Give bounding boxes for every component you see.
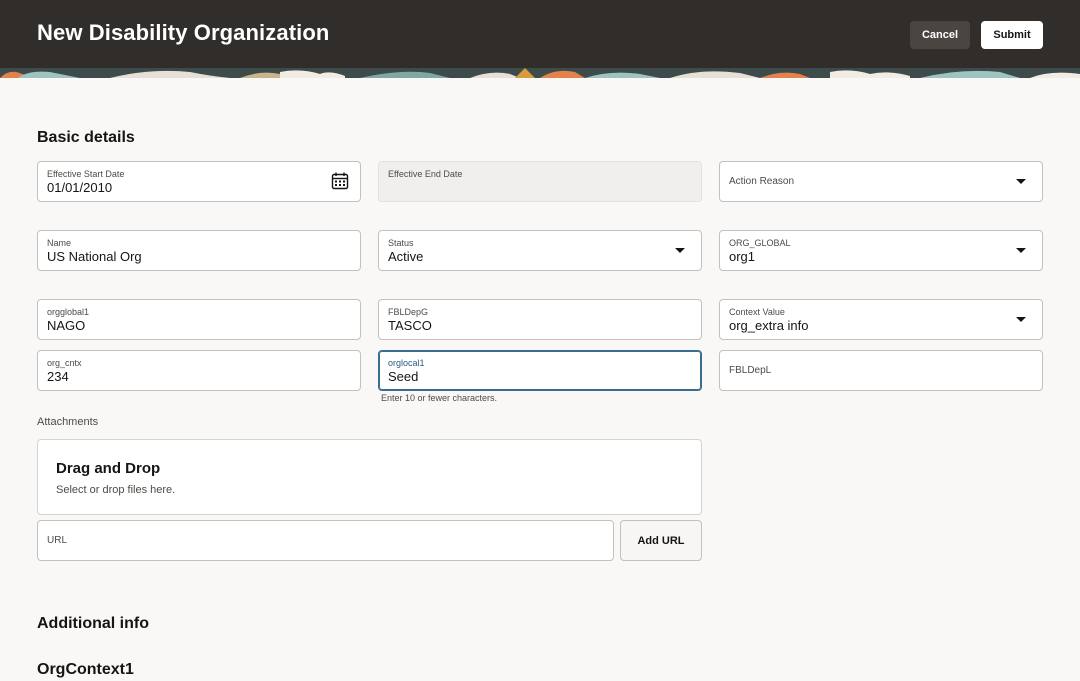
effective-end-date-label: Effective End Date	[388, 169, 463, 179]
orglocal1-label: orglocal1	[388, 358, 425, 368]
effective-start-date-label: Effective Start Date	[47, 169, 125, 179]
effective-start-date-value: 01/01/2010	[47, 180, 113, 195]
action-reason-label: Action Reason	[729, 176, 795, 187]
status-value: Active	[388, 249, 424, 264]
context-value-value: org_extra info	[729, 318, 809, 333]
fbldepg-label: FBLDepG	[388, 307, 429, 317]
orglocal1-field[interactable]: orglocal1 Seed	[378, 350, 702, 391]
orglocal1-value: Seed	[388, 369, 419, 384]
orgglobal1-field[interactable]: orgglobal1 NAGO	[37, 299, 361, 340]
decorative-banner	[0, 68, 1080, 78]
org-global-label: ORG_GLOBAL	[729, 238, 791, 248]
orgglobal1-value: NAGO	[47, 318, 86, 333]
org-cntx-label: org_cntx	[47, 358, 82, 368]
chevron-down-icon[interactable]	[1016, 248, 1026, 253]
dropzone-title: Drag and Drop	[56, 460, 161, 477]
submit-button[interactable]: Submit	[981, 21, 1043, 49]
section-title-orgcontext1: OrgContext1	[37, 661, 134, 678]
effective-end-date-field: Effective End Date	[378, 161, 702, 202]
name-field[interactable]: Name US National Org	[37, 230, 361, 271]
orgglobal1-label: orgglobal1	[47, 307, 90, 317]
status-label: Status	[388, 238, 414, 248]
fbldepg-field[interactable]: FBLDepG TASCO	[378, 299, 702, 340]
calendar-icon[interactable]	[331, 172, 349, 190]
org-global-value: org1	[729, 249, 756, 264]
action-reason-select[interactable]: Action Reason	[719, 161, 1043, 202]
section-title-additional-info: Additional info	[37, 615, 149, 632]
context-value-label: Context Value	[729, 307, 785, 317]
orglocal1-helper-text: Enter 10 or fewer characters.	[381, 393, 498, 403]
name-label: Name	[47, 238, 72, 248]
add-url-button[interactable]: Add URL	[620, 520, 702, 561]
page-header: New Disability Organization Cancel Submi…	[0, 0, 1080, 68]
name-value: US National Org	[47, 249, 142, 264]
cancel-button[interactable]: Cancel	[910, 21, 970, 49]
dropzone-subtitle: Select or drop files here.	[56, 484, 176, 496]
chevron-down-icon[interactable]	[1016, 317, 1026, 322]
page-title: New Disability Organization	[37, 20, 330, 45]
org-global-select[interactable]: ORG_GLOBAL org1	[719, 230, 1043, 271]
effective-start-date-field[interactable]: Effective Start Date 01/01/2010	[37, 161, 361, 202]
org-cntx-field[interactable]: org_cntx 234	[37, 350, 361, 391]
org-cntx-value: 234	[47, 369, 69, 384]
url-label: URL	[47, 535, 68, 546]
context-value-select[interactable]: Context Value org_extra info	[719, 299, 1043, 340]
status-select[interactable]: Status Active	[378, 230, 702, 271]
section-title-basic-details: Basic details	[37, 129, 135, 146]
chevron-down-icon[interactable]	[1016, 179, 1026, 184]
fbldepl-label: FBLDepL	[729, 365, 772, 376]
fbldepl-field[interactable]: FBLDepL	[719, 350, 1043, 391]
chevron-down-icon[interactable]	[675, 248, 685, 253]
url-input[interactable]: URL	[37, 520, 614, 561]
attachments-label: Attachments	[37, 416, 99, 428]
fbldepg-value: TASCO	[388, 318, 432, 333]
file-dropzone[interactable]: Drag and Drop Select or drop files here.	[37, 439, 702, 515]
